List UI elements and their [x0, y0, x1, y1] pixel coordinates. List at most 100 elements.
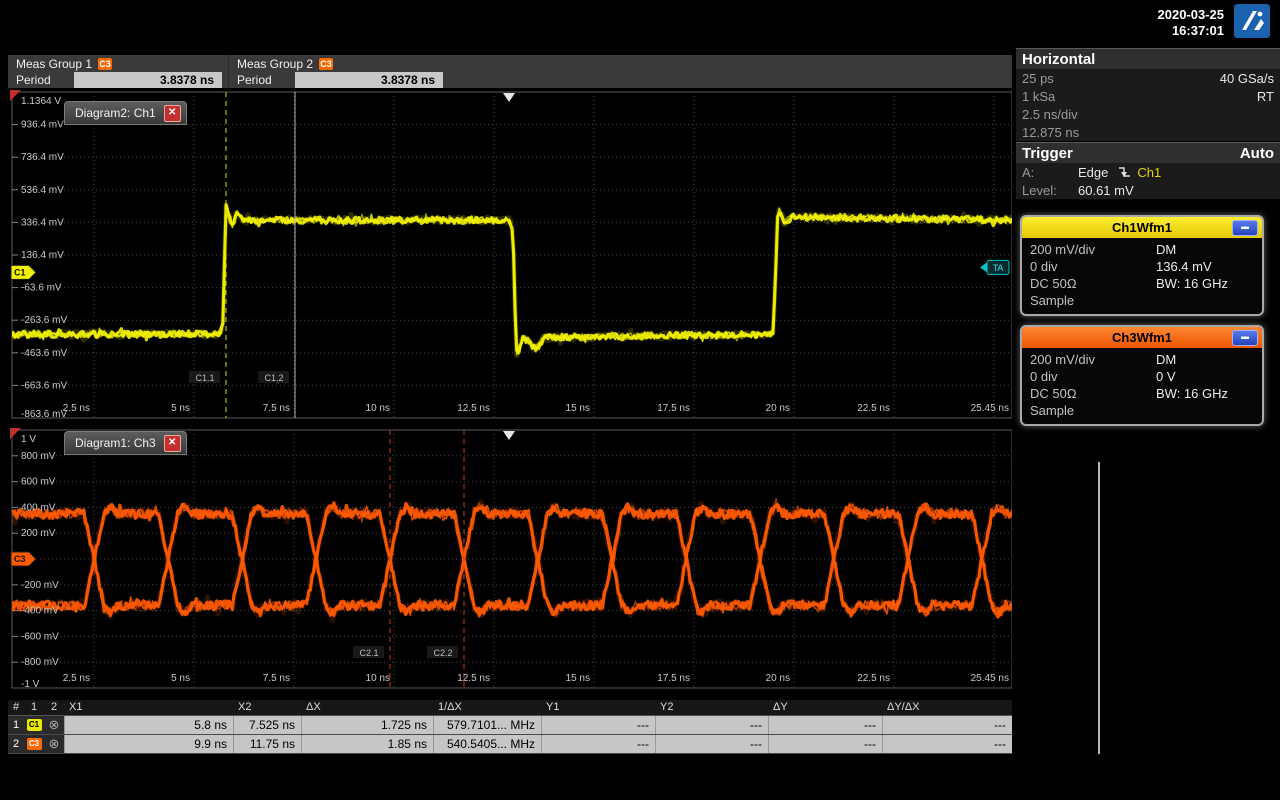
table-cell: ---: [541, 735, 655, 753]
diagram2-plot: C1.1 C1.2 1.1364 V 936.4 mV 736.4 mV 536.4 mV…: [8, 88, 1012, 422]
grid: [11, 429, 1012, 689]
y-axis-label: 400 mV: [21, 502, 56, 513]
trigger-event-label: A:: [1022, 164, 1035, 180]
info-row: DC 50Ω BW: 16 GHz: [1030, 385, 1254, 402]
trigger-type: Edge: [1078, 164, 1109, 180]
column-header: ΔX: [306, 701, 321, 713]
rs-logo: [1234, 4, 1270, 38]
x-axis-label: 12.5 ns: [457, 673, 490, 684]
y-axis-label: 800 mV: [21, 451, 56, 462]
table-cell: ---: [768, 735, 882, 753]
y-axis-label: 1 V: [21, 434, 36, 445]
info-key: 0 div: [1030, 259, 1058, 274]
close-icon[interactable]: ✕: [163, 434, 181, 452]
y-axis-label: -1 V: [21, 679, 40, 690]
x-axis-label: 25.45 ns: [971, 673, 1009, 684]
y-axis-label: -400 mV: [21, 606, 59, 617]
x-axis-label: 15 ns: [566, 673, 590, 684]
svg-text:C1: C1: [14, 267, 26, 277]
column-header: ΔY/ΔX: [887, 701, 920, 713]
x-axis-label: 20 ns: [766, 403, 790, 414]
close-icon[interactable]: ✕: [163, 104, 181, 122]
svg-text:C1.1: C1.1: [195, 373, 214, 383]
x-axis-label: 10 ns: [366, 403, 390, 414]
info-value: DM: [1156, 352, 1177, 367]
y-axis-label: -600 mV: [21, 631, 59, 642]
diagram2-tab[interactable]: Diagram2: Ch1 ✕: [64, 101, 187, 125]
info-key: 0 div: [1030, 369, 1058, 384]
info-key: Sample: [1030, 403, 1075, 418]
info-value: BW: 16 GHz: [1156, 276, 1229, 291]
trigger-level-marker[interactable]: TA: [980, 259, 1010, 275]
trigger-position-icon[interactable]: [503, 431, 515, 440]
info-key: 2.5 ns/div: [1022, 106, 1078, 122]
falling-edge-icon: [1119, 167, 1131, 177]
svg-text:C3: C3: [14, 554, 26, 564]
trigger-mode: Auto: [1239, 144, 1274, 162]
x-axis-label: 15 ns: [566, 403, 590, 414]
column-header: X1: [69, 701, 83, 713]
cursor-result-row[interactable]: 2 C3 ⊗ 9.9 ns 11.75 ns 1.85 ns 540.5405... MHz…: [8, 735, 1012, 754]
toggle-visibility-icon[interactable]: ⊗: [44, 735, 64, 753]
info-value: RT: [1256, 88, 1274, 104]
trigger-level-value: 60.61 mV: [1078, 182, 1134, 198]
table-cell: 1.85 ns: [301, 735, 433, 753]
info-row: 1 kSa RT: [1016, 87, 1280, 105]
minimize-icon[interactable]: ▬: [1232, 220, 1258, 236]
channel-marker-c3[interactable]: C3: [10, 551, 37, 567]
channel-marker-c1[interactable]: C1: [10, 264, 37, 280]
trigger-channel: Ch1: [1137, 164, 1162, 180]
ch3-waveform-box[interactable]: Ch3Wfm1 ▬ 200 mV/div DM 0 div 0 V DC 50Ω BW: …: [1020, 325, 1264, 426]
svg-text:C2.2: C2.2: [433, 648, 452, 658]
info-row: 25 ps 40 GSa/s: [1016, 69, 1280, 87]
meas-group-1[interactable]: Meas Group 1 C3 Period 3.8378 ns: [8, 55, 228, 89]
diagram2-tab-label: Diagram2: Ch1: [75, 106, 156, 120]
column-header: X2: [238, 701, 252, 713]
diagram1-tab[interactable]: Diagram1: Ch3 ✕: [64, 431, 187, 455]
diagram2-ch1: C1.1 C1.2 1.1364 V 936.4 mV 736.4 mV 536.4 mV…: [8, 88, 1012, 422]
x-axis-label: 2.5 ns: [63, 673, 90, 684]
minimize-icon[interactable]: ▬: [1232, 330, 1258, 346]
source-cell: C1: [24, 716, 44, 734]
trigger-panel[interactable]: Trigger Auto A: Edge Ch1 Level: 60.61 mV: [1016, 142, 1280, 199]
info-key: 200 mV/div: [1030, 352, 1096, 367]
y-axis-label: 1.1364 V: [21, 96, 61, 107]
x-axis-label: 10 ns: [366, 673, 390, 684]
table-cell: 540.5405... MHz: [433, 735, 541, 753]
info-row: 12.875 ns: [1016, 123, 1280, 141]
y-axis-label: -463.6 mV: [21, 348, 67, 359]
table-cell: ---: [655, 735, 768, 753]
info-row: DC 50Ω BW: 16 GHz: [1030, 275, 1254, 292]
column-header: 1: [30, 701, 38, 713]
info-key: DC 50Ω: [1030, 276, 1077, 291]
toggle-visibility-icon[interactable]: ⊗: [44, 716, 64, 734]
x-axis-label: 7.5 ns: [263, 403, 290, 414]
measurement-bar: Meas Group 1 C3 Period 3.8378 ns Meas Gr…: [8, 55, 1012, 89]
source-cell: C3: [24, 735, 44, 753]
meas-label: Period: [237, 73, 272, 87]
y-axis-label: 336.4 mV: [21, 217, 64, 228]
table-cell: ---: [882, 735, 1012, 753]
time-text: 16:37:01: [1171, 23, 1224, 38]
trigger-position-icon[interactable]: [503, 93, 515, 102]
row-number: 2: [8, 735, 24, 753]
ch1-waveform-box[interactable]: Ch1Wfm1 ▬ 200 mV/div DM 0 div 136.4 mV DC 50…: [1020, 215, 1264, 316]
y-axis-label: -663.6 mV: [21, 380, 67, 391]
y-axis-label: 936.4 mV: [21, 120, 64, 131]
info-value: 0 V: [1156, 369, 1176, 384]
svg-text:TA: TA: [993, 263, 1004, 273]
info-row: 0 div 136.4 mV: [1030, 258, 1254, 275]
info-value: BW: 16 GHz: [1156, 386, 1229, 401]
info-key: 25 ps: [1022, 70, 1054, 86]
y-axis-label: -800 mV: [21, 657, 59, 668]
ch1-waveform: [12, 202, 1012, 359]
info-key: 1 kSa: [1022, 88, 1056, 104]
info-row: 200 mV/div DM: [1030, 241, 1254, 258]
x-axis-label: 7.5 ns: [263, 673, 290, 684]
meas-group-2[interactable]: Meas Group 2 C3 Period 3.8378 ns: [228, 55, 449, 89]
cursor-result-row[interactable]: 1 C1 ⊗ 5.8 ns 7.525 ns 1.725 ns 579.7101... MH…: [8, 716, 1012, 735]
table-cell: ---: [768, 716, 882, 734]
x-axis-label: 17.5 ns: [657, 673, 690, 684]
meas-group-title: Meas Group 2: [237, 57, 314, 71]
horizontal-panel[interactable]: Horizontal 25 ps 40 GSa/s 1 kSa RT 2.5 ns/di…: [1016, 48, 1280, 141]
